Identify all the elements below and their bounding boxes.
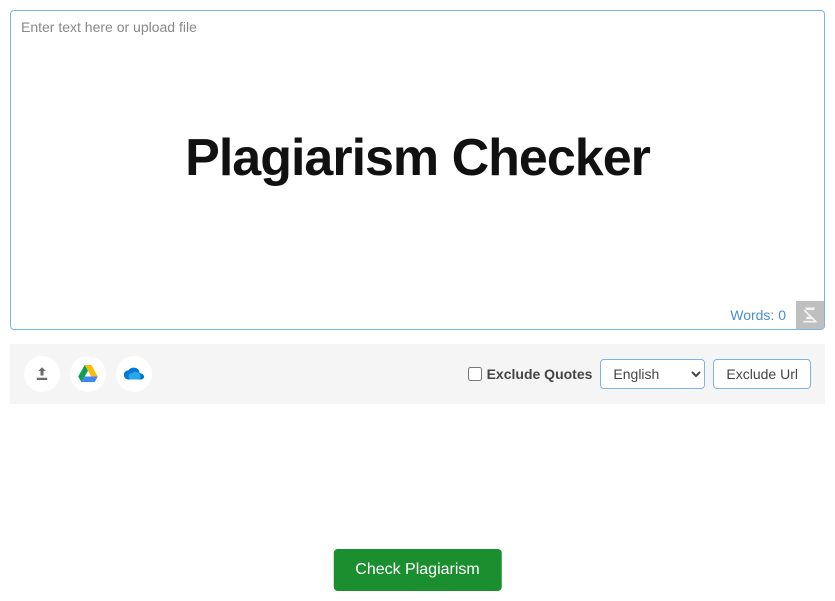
onedrive-icon xyxy=(123,366,145,382)
toolbar-right: Exclude Quotes English Exclude Url xyxy=(468,359,811,389)
google-drive-icon xyxy=(78,365,98,383)
words-counter: Words: 0 xyxy=(730,307,786,323)
toolbar: Exclude Quotes English Exclude Url xyxy=(10,344,825,404)
upload-icon xyxy=(33,365,51,383)
check-plagiarism-button[interactable]: Check Plagiarism xyxy=(333,549,501,591)
exclude-quotes-label[interactable]: Exclude Quotes xyxy=(468,366,593,382)
submit-container: Check Plagiarism xyxy=(333,549,501,591)
exclude-quotes-text: Exclude Quotes xyxy=(487,366,593,382)
onedrive-button[interactable] xyxy=(116,356,152,392)
clear-format-icon xyxy=(800,305,820,325)
clear-text-icon[interactable] xyxy=(796,301,824,329)
exclude-quotes-checkbox[interactable] xyxy=(468,367,482,381)
upload-file-button[interactable] xyxy=(24,356,60,392)
textarea-container: Plagiarism Checker Words: 0 xyxy=(10,10,825,330)
exclude-url-button[interactable]: Exclude Url xyxy=(713,359,811,389)
text-input[interactable] xyxy=(11,11,824,329)
google-drive-button[interactable] xyxy=(70,356,106,392)
toolbar-left xyxy=(24,356,152,392)
language-select[interactable]: English xyxy=(600,359,705,389)
